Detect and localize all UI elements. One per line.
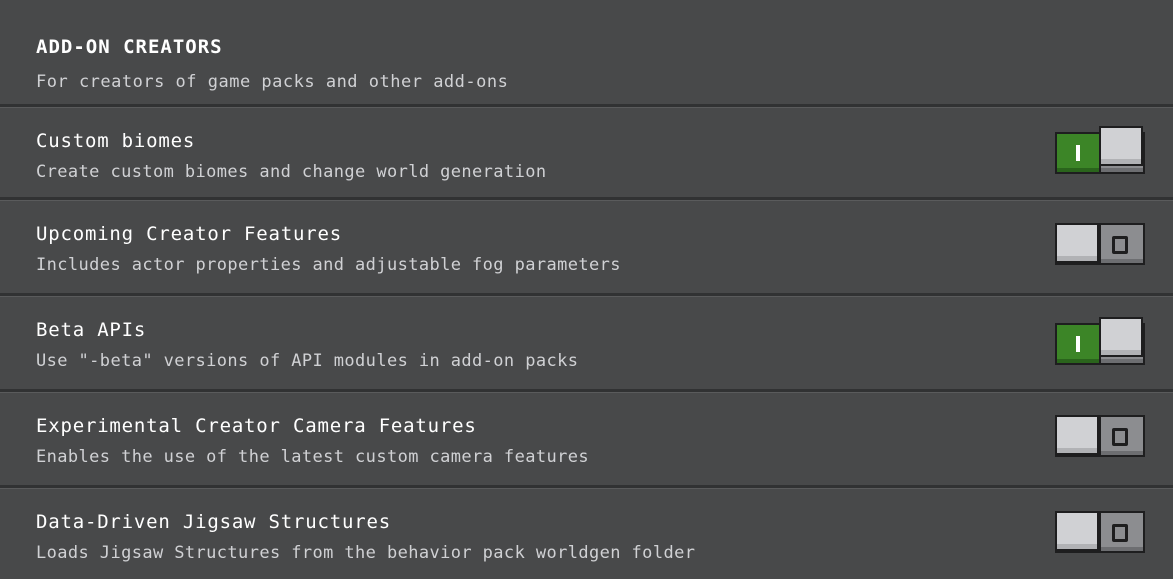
- setting-title: Custom biomes: [36, 130, 196, 152]
- setting-description: Create custom biomes and change world ge…: [36, 162, 547, 182]
- divider: [0, 293, 1173, 297]
- setting-row-beta-apis: Beta APIs Use "-beta" versions of API mo…: [0, 297, 1173, 389]
- setting-title: Beta APIs: [36, 319, 147, 341]
- toggle-off-icon: [1112, 524, 1128, 542]
- divider: [0, 389, 1173, 393]
- setting-row-experimental-creator-camera-features: Experimental Creator Camera Features Ena…: [0, 393, 1173, 485]
- setting-description: Use "-beta" versions of API modules in a…: [36, 351, 579, 371]
- setting-description: Loads Jigsaw Structures from the behavio…: [36, 543, 696, 563]
- divider: [0, 485, 1173, 489]
- section-title: ADD-ON CREATORS: [36, 36, 223, 58]
- setting-description: Includes actor properties and adjustable…: [36, 255, 621, 275]
- setting-title: Upcoming Creator Features: [36, 223, 342, 245]
- toggle-off-icon: [1112, 236, 1128, 254]
- toggle-knob[interactable]: [1055, 223, 1099, 263]
- divider: [0, 104, 1173, 108]
- custom-biomes-toggle[interactable]: [1055, 126, 1145, 174]
- setting-row-upcoming-creator-features: Upcoming Creator Features Includes actor…: [0, 201, 1173, 293]
- toggle-knob[interactable]: [1055, 415, 1099, 455]
- experimental-creator-camera-features-toggle[interactable]: [1055, 409, 1145, 457]
- section-description: For creators of game packs and other add…: [36, 72, 509, 92]
- setting-title: Data-Driven Jigsaw Structures: [36, 511, 391, 533]
- setting-row-custom-biomes: Custom biomes Create custom biomes and c…: [0, 108, 1173, 200]
- experiments-panel: ADD-ON CREATORS For creators of game pac…: [0, 0, 1173, 579]
- toggle-off-icon: [1112, 428, 1128, 446]
- toggle-on-icon: [1076, 336, 1080, 352]
- data-driven-jigsaw-structures-toggle[interactable]: [1055, 505, 1145, 553]
- upcoming-creator-features-toggle[interactable]: [1055, 217, 1145, 265]
- toggle-knob[interactable]: [1055, 511, 1099, 551]
- beta-apis-toggle[interactable]: [1055, 317, 1145, 365]
- section-header: ADD-ON CREATORS For creators of game pac…: [0, 0, 1173, 104]
- setting-row-data-driven-jigsaw-structures: Data-Driven Jigsaw Structures Loads Jigs…: [0, 489, 1173, 579]
- toggle-on-icon: [1076, 145, 1080, 161]
- toggle-knob[interactable]: [1099, 317, 1143, 357]
- setting-description: Enables the use of the latest custom cam…: [36, 447, 590, 467]
- setting-title: Experimental Creator Camera Features: [36, 415, 477, 437]
- divider: [0, 197, 1173, 201]
- toggle-knob[interactable]: [1099, 126, 1143, 166]
